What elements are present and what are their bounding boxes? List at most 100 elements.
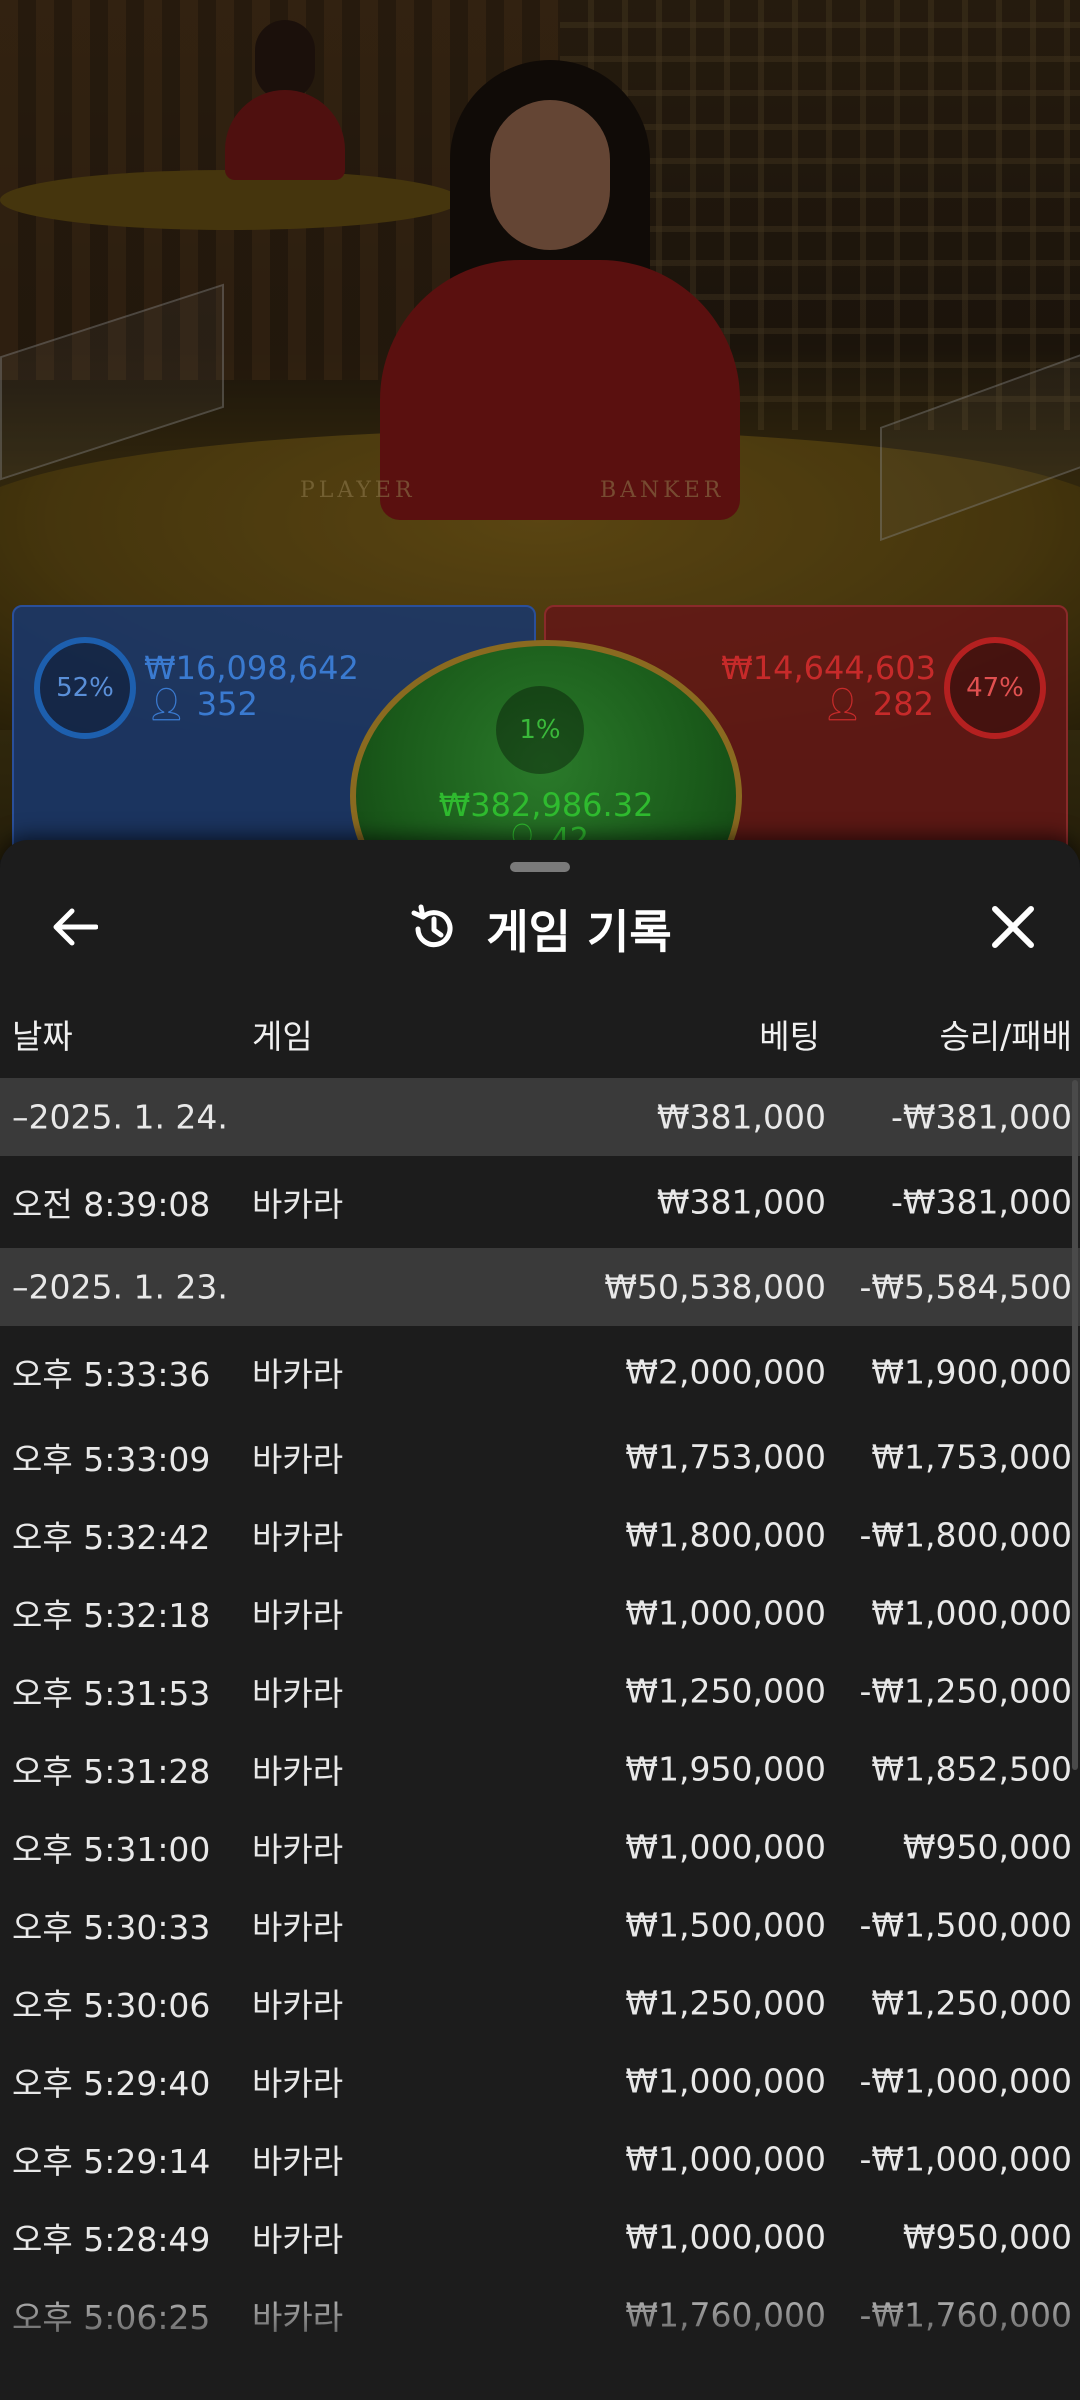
scrollbar[interactable] bbox=[1072, 1080, 1078, 1770]
row-bet: ₩1,250,000 bbox=[625, 1671, 826, 1711]
table-row[interactable]: 오후 5:30:33 바카라 ₩1,500,000 -₩1,500,000 bbox=[0, 1886, 1080, 1964]
row-time: 오후 5:32:18 bbox=[12, 1596, 211, 1635]
table-row[interactable]: 오후 5:28:49 바카라 ₩1,000,000 ₩950,000 bbox=[0, 2198, 1080, 2276]
row-game: 바카라 bbox=[252, 1986, 344, 2025]
row-time: 오후 5:31:00 bbox=[12, 1830, 211, 1869]
row-time: 오후 5:06:25 bbox=[12, 2298, 211, 2337]
table-header: 날짜 게임 베팅 승리/패배 bbox=[0, 1010, 1080, 1060]
table-row[interactable]: 오후 5:31:28 바카라 ₩1,950,000 ₩1,852,500 bbox=[0, 1730, 1080, 1808]
row-result: ₩1,900,000 bbox=[871, 1352, 1072, 1392]
row-result: -₩1,500,000 bbox=[859, 1905, 1073, 1945]
table-row[interactable]: 오후 5:31:53 바카라 ₩1,250,000 -₩1,250,000 bbox=[0, 1652, 1080, 1730]
row-result: ₩1,852,500 bbox=[871, 1749, 1072, 1789]
sheet-header: 게임 기록 bbox=[0, 894, 1080, 964]
row-result: -₩1,000,000 bbox=[859, 2061, 1073, 2101]
group-result-total: -₩381,000 bbox=[890, 1097, 1072, 1137]
table-row[interactable]: 오후 5:06:25 바카라 ₩1,760,000 -₩1,760,000 bbox=[0, 2276, 1080, 2354]
column-header-bet: 베팅 bbox=[759, 1017, 820, 1056]
person-icon: 👤︎ bbox=[822, 685, 863, 723]
row-game: 바카라 bbox=[252, 1355, 344, 1394]
row-time: 오후 5:31:28 bbox=[12, 1752, 211, 1791]
row-bet: ₩1,000,000 bbox=[625, 2139, 826, 2179]
table-row[interactable]: 오후 5:29:40 바카라 ₩1,000,000 -₩1,000,000 bbox=[0, 2042, 1080, 2120]
player-percent: 52% bbox=[56, 673, 114, 703]
group-date: –2025. 1. 24. bbox=[12, 1097, 228, 1137]
row-bet: ₩1,000,000 bbox=[625, 1593, 826, 1633]
row-game: 바카라 bbox=[252, 1674, 344, 1713]
row-result: -₩1,000,000 bbox=[859, 2139, 1073, 2179]
row-bet: ₩1,950,000 bbox=[625, 1749, 826, 1789]
row-game: 바카라 bbox=[252, 1518, 344, 1557]
row-bet: ₩1,000,000 bbox=[625, 2061, 826, 2101]
row-result: -₩1,800,000 bbox=[859, 1515, 1073, 1555]
table-row[interactable]: 오후 5:33:36 바카라 ₩2,000,000 ₩1,900,000 bbox=[0, 1326, 1080, 1418]
group-bet-total: ₩381,000 bbox=[656, 1097, 826, 1137]
tie-percent-ring: 1% bbox=[496, 686, 584, 774]
row-game: 바카라 bbox=[252, 2064, 344, 2103]
person-icon: 👤︎ bbox=[146, 685, 187, 723]
banker-percent: 47% bbox=[966, 673, 1024, 703]
group-bet-total: ₩50,538,000 bbox=[604, 1267, 826, 1307]
row-result: ₩950,000 bbox=[902, 1827, 1072, 1867]
row-result: ₩1,250,000 bbox=[871, 1983, 1072, 2023]
close-icon bbox=[992, 906, 1034, 948]
row-result: -₩1,250,000 bbox=[859, 1671, 1073, 1711]
tie-percent: 1% bbox=[519, 715, 561, 745]
table-row[interactable]: 오후 5:31:00 바카라 ₩1,000,000 ₩950,000 bbox=[0, 1808, 1080, 1886]
row-result: -₩1,760,000 bbox=[859, 2295, 1073, 2335]
row-bet: ₩1,753,000 bbox=[625, 1437, 826, 1477]
row-bet: ₩1,800,000 bbox=[625, 1515, 826, 1555]
player-count: 👤︎ 352 bbox=[146, 685, 258, 723]
row-game: 바카라 bbox=[252, 1830, 344, 1869]
banker-count-value: 282 bbox=[872, 685, 934, 723]
player-total-bet: ₩16,098,642 bbox=[144, 649, 359, 687]
row-bet: ₩1,500,000 bbox=[625, 1905, 826, 1945]
row-game: 바카라 bbox=[252, 1908, 344, 1947]
banker-percent-ring: 47% bbox=[944, 637, 1046, 739]
table-row[interactable]: 오전 8:39:08 바카라 ₩381,000 -₩381,000 bbox=[0, 1156, 1080, 1248]
player-count-value: 352 bbox=[196, 685, 258, 723]
sheet-drag-handle[interactable] bbox=[510, 862, 570, 872]
row-time: 오후 5:33:36 bbox=[12, 1355, 211, 1394]
group-result-total: -₩5,584,500 bbox=[859, 1267, 1073, 1307]
column-header-game: 게임 bbox=[252, 1017, 313, 1056]
banker-total-bet: ₩14,644,603 bbox=[721, 649, 936, 687]
row-game: 바카라 bbox=[252, 1596, 344, 1635]
history-list[interactable]: –2025. 1. 24. ₩381,000 -₩381,000 오전 8:39… bbox=[0, 1078, 1080, 2354]
game-history-sheet: 게임 기록 날짜 게임 베팅 승리/패배 –2025. 1. 24. ₩381,… bbox=[0, 840, 1080, 2400]
table-row[interactable]: 오후 5:32:18 바카라 ₩1,000,000 ₩1,000,000 bbox=[0, 1574, 1080, 1652]
row-time: 오후 5:30:06 bbox=[12, 1986, 211, 2025]
row-game: 바카라 bbox=[252, 1752, 344, 1791]
row-time: 오후 5:30:33 bbox=[12, 1908, 211, 1947]
row-bet: ₩381,000 bbox=[656, 1182, 826, 1222]
row-game: 바카라 bbox=[252, 1185, 344, 1224]
sheet-title: 게임 기록 bbox=[486, 905, 672, 959]
date-group-row[interactable]: –2025. 1. 23. ₩50,538,000 -₩5,584,500 bbox=[0, 1248, 1080, 1326]
close-button[interactable] bbox=[978, 892, 1048, 962]
row-game: 바카라 bbox=[252, 2142, 344, 2181]
column-header-date: 날짜 bbox=[12, 1017, 73, 1056]
row-game: 바카라 bbox=[252, 1440, 344, 1479]
table-row[interactable]: 오후 5:32:42 바카라 ₩1,800,000 -₩1,800,000 bbox=[0, 1496, 1080, 1574]
row-time: 오후 5:32:42 bbox=[12, 1518, 211, 1557]
row-bet: ₩2,000,000 bbox=[625, 1352, 826, 1392]
table-row[interactable]: 오후 5:33:09 바카라 ₩1,753,000 ₩1,753,000 bbox=[0, 1418, 1080, 1496]
row-result: -₩381,000 bbox=[890, 1182, 1072, 1222]
row-time: 오후 5:28:49 bbox=[12, 2220, 211, 2259]
column-header-result: 승리/패배 bbox=[939, 1017, 1072, 1056]
table-row[interactable]: 오후 5:30:06 바카라 ₩1,250,000 ₩1,250,000 bbox=[0, 1964, 1080, 2042]
table-row[interactable]: 오후 5:29:14 바카라 ₩1,000,000 -₩1,000,000 bbox=[0, 2120, 1080, 2198]
banker-count: 👤︎ 282 bbox=[822, 685, 934, 723]
tie-total-bet: ₩382,986.32 bbox=[438, 786, 654, 824]
row-bet: ₩1,760,000 bbox=[625, 2295, 826, 2335]
row-bet: ₩1,250,000 bbox=[625, 1983, 826, 2023]
history-icon bbox=[411, 904, 453, 948]
row-game: 바카라 bbox=[252, 2220, 344, 2259]
row-result: ₩1,000,000 bbox=[871, 1593, 1072, 1633]
row-bet: ₩1,000,000 bbox=[625, 1827, 826, 1867]
row-result: ₩950,000 bbox=[902, 2217, 1072, 2257]
row-time: 오후 5:31:53 bbox=[12, 1674, 211, 1713]
date-group-row[interactable]: –2025. 1. 24. ₩381,000 -₩381,000 bbox=[0, 1078, 1080, 1156]
row-bet: ₩1,000,000 bbox=[625, 2217, 826, 2257]
row-result: ₩1,753,000 bbox=[871, 1437, 1072, 1477]
